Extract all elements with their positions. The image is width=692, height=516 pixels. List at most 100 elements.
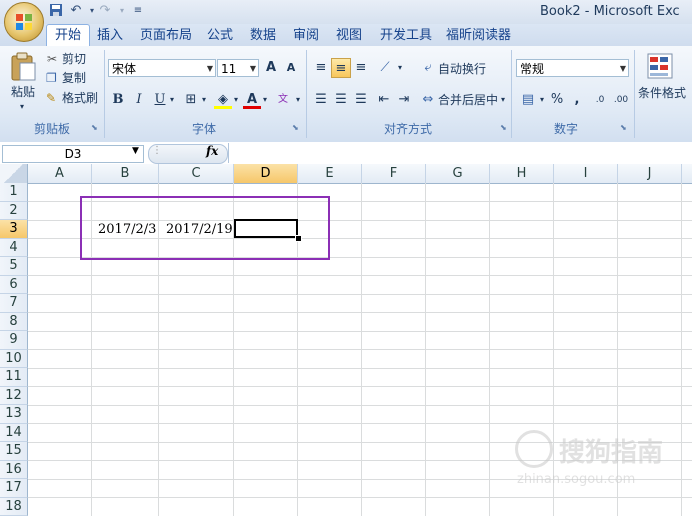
row-header-18[interactable]: 18 (0, 497, 28, 516)
row-header-7[interactable]: 7 (0, 294, 28, 313)
align-left-icon[interactable]: ☰ (311, 90, 331, 110)
row-header-15[interactable]: 15 (0, 442, 28, 461)
phonetic-guide-icon[interactable]: 文 (272, 90, 294, 110)
formula-input[interactable] (228, 143, 692, 163)
column-header-b[interactable]: B (92, 164, 159, 183)
row-header-14[interactable]: 14 (0, 423, 28, 442)
tab-view[interactable]: 视图 (336, 27, 362, 45)
font-size-select[interactable]: 11 ▼ (217, 59, 259, 77)
row-header-3[interactable]: 3 (0, 220, 28, 239)
undo-icon[interactable]: ↶ (68, 3, 84, 19)
copy-icon[interactable]: ❐ (46, 70, 57, 86)
row-header-5[interactable]: 5 (0, 257, 28, 276)
row-header-9[interactable]: 9 (0, 331, 28, 350)
save-icon[interactable] (48, 3, 64, 19)
row-header-4[interactable]: 4 (0, 238, 28, 257)
percent-style-button[interactable]: % (548, 90, 566, 110)
phonetic-dropdown-icon[interactable]: ▾ (294, 90, 302, 110)
format-painter-button[interactable]: 格式刷 (62, 90, 98, 106)
column-header-c[interactable]: C (159, 164, 234, 183)
name-box-dropdown-icon[interactable]: ▼ (132, 146, 139, 156)
select-all-button[interactable] (0, 164, 28, 183)
tab-home[interactable]: 开始 (46, 24, 90, 47)
row-header-12[interactable]: 12 (0, 386, 28, 405)
row-header-1[interactable]: 1 (0, 183, 28, 202)
align-top-icon[interactable]: ≡ (311, 58, 331, 78)
column-header-f[interactable]: F (362, 164, 426, 183)
cut-button[interactable]: 剪切 (62, 51, 86, 67)
column-header-e[interactable]: E (298, 164, 362, 183)
redo-icon[interactable]: ↷ (97, 3, 113, 19)
align-center-icon[interactable]: ☰ (331, 90, 351, 110)
decrease-decimal-button[interactable]: .00 (610, 90, 632, 110)
tab-page-layout[interactable]: 页面布局 (140, 27, 192, 45)
merge-center-button[interactable]: 合并后居中 (438, 92, 498, 108)
row-header-13[interactable]: 13 (0, 405, 28, 424)
conditional-format-icon[interactable] (646, 52, 674, 80)
border-icon[interactable]: ⊞ (182, 90, 200, 110)
tab-review[interactable]: 审阅 (293, 27, 319, 45)
column-header-a[interactable]: A (28, 164, 92, 183)
customize-qat-icon[interactable]: ≡ (130, 3, 146, 19)
align-right-icon[interactable]: ☰ (351, 90, 371, 110)
wrap-text-icon[interactable]: ⤶ (418, 58, 438, 78)
tab-developer[interactable]: 开发工具 (380, 27, 432, 45)
merge-center-icon[interactable]: ⇔ (418, 90, 438, 110)
align-bottom-icon[interactable]: ≡ (351, 58, 371, 78)
underline-button[interactable]: U (152, 90, 168, 110)
paste-icon[interactable] (9, 52, 37, 82)
orientation-dropdown-icon[interactable]: ▾ (396, 58, 404, 78)
column-header-g[interactable]: G (426, 164, 490, 183)
copy-button[interactable]: 复制 (62, 70, 86, 86)
accounting-format-icon[interactable]: ▤ (518, 90, 538, 110)
shrink-font-button[interactable]: A (282, 58, 300, 78)
font-color-dropdown-icon[interactable]: ▾ (261, 90, 269, 110)
paste-button[interactable]: 粘贴 (11, 84, 35, 100)
column-header-j[interactable]: J (618, 164, 682, 183)
column-header-h[interactable]: H (490, 164, 554, 183)
column-header-i[interactable]: I (554, 164, 618, 183)
comma-style-button[interactable]: , (568, 90, 586, 110)
format-painter-icon[interactable]: ✎ (46, 90, 56, 106)
increase-indent-icon[interactable]: ⇥ (394, 90, 414, 110)
merge-dropdown-icon[interactable]: ▾ (501, 92, 505, 108)
redo-dropdown-icon[interactable]: ▾ (114, 3, 130, 19)
fill-color-dropdown-icon[interactable]: ▾ (232, 90, 240, 110)
fill-color-icon[interactable]: ◈ (214, 90, 232, 109)
font-name-select[interactable]: 宋体 ▼ (108, 59, 216, 77)
number-format-select[interactable]: 常规 ▼ (516, 59, 629, 77)
row-header-11[interactable]: 11 (0, 368, 28, 387)
border-dropdown-icon[interactable]: ▾ (200, 90, 208, 110)
row-header-10[interactable]: 10 (0, 349, 28, 368)
row-header-6[interactable]: 6 (0, 275, 28, 294)
wrap-text-button[interactable]: 自动换行 (438, 61, 486, 77)
clipboard-launcher-icon[interactable]: ⬊ (91, 123, 100, 132)
row-header-2[interactable]: 2 (0, 201, 28, 220)
row-header-16[interactable]: 16 (0, 460, 28, 479)
office-button[interactable] (4, 2, 44, 42)
tab-foxit-reader[interactable]: 福昕阅读器 (446, 27, 511, 45)
name-box[interactable]: D3 (2, 145, 144, 163)
alignment-launcher-icon[interactable]: ⬊ (500, 123, 509, 132)
row-header-17[interactable]: 17 (0, 479, 28, 498)
align-middle-icon[interactable]: ≡ (331, 58, 351, 78)
insert-function-icon[interactable]: fx (206, 144, 218, 158)
column-header-k[interactable] (682, 164, 692, 183)
conditional-format-button[interactable]: 条件格式 (638, 85, 686, 101)
tab-insert[interactable]: 插入 (97, 27, 123, 45)
font-launcher-icon[interactable]: ⬊ (292, 123, 301, 132)
bold-button[interactable]: B (110, 90, 126, 110)
number-launcher-icon[interactable]: ⬊ (620, 123, 629, 132)
cut-icon[interactable]: ✂ (47, 51, 57, 67)
increase-decimal-button[interactable]: .0 (590, 90, 610, 110)
tab-data[interactable]: 数据 (250, 27, 276, 45)
accounting-dropdown-icon[interactable]: ▾ (538, 90, 546, 110)
underline-dropdown-icon[interactable]: ▾ (168, 90, 176, 110)
grow-font-button[interactable]: A (262, 58, 280, 78)
tab-formulas[interactable]: 公式 (207, 27, 233, 45)
font-color-icon[interactable]: A (243, 90, 261, 109)
column-header-d[interactable]: D (234, 164, 298, 183)
decrease-indent-icon[interactable]: ⇤ (374, 90, 394, 110)
italic-button[interactable]: I (131, 90, 147, 110)
row-header-8[interactable]: 8 (0, 312, 28, 331)
